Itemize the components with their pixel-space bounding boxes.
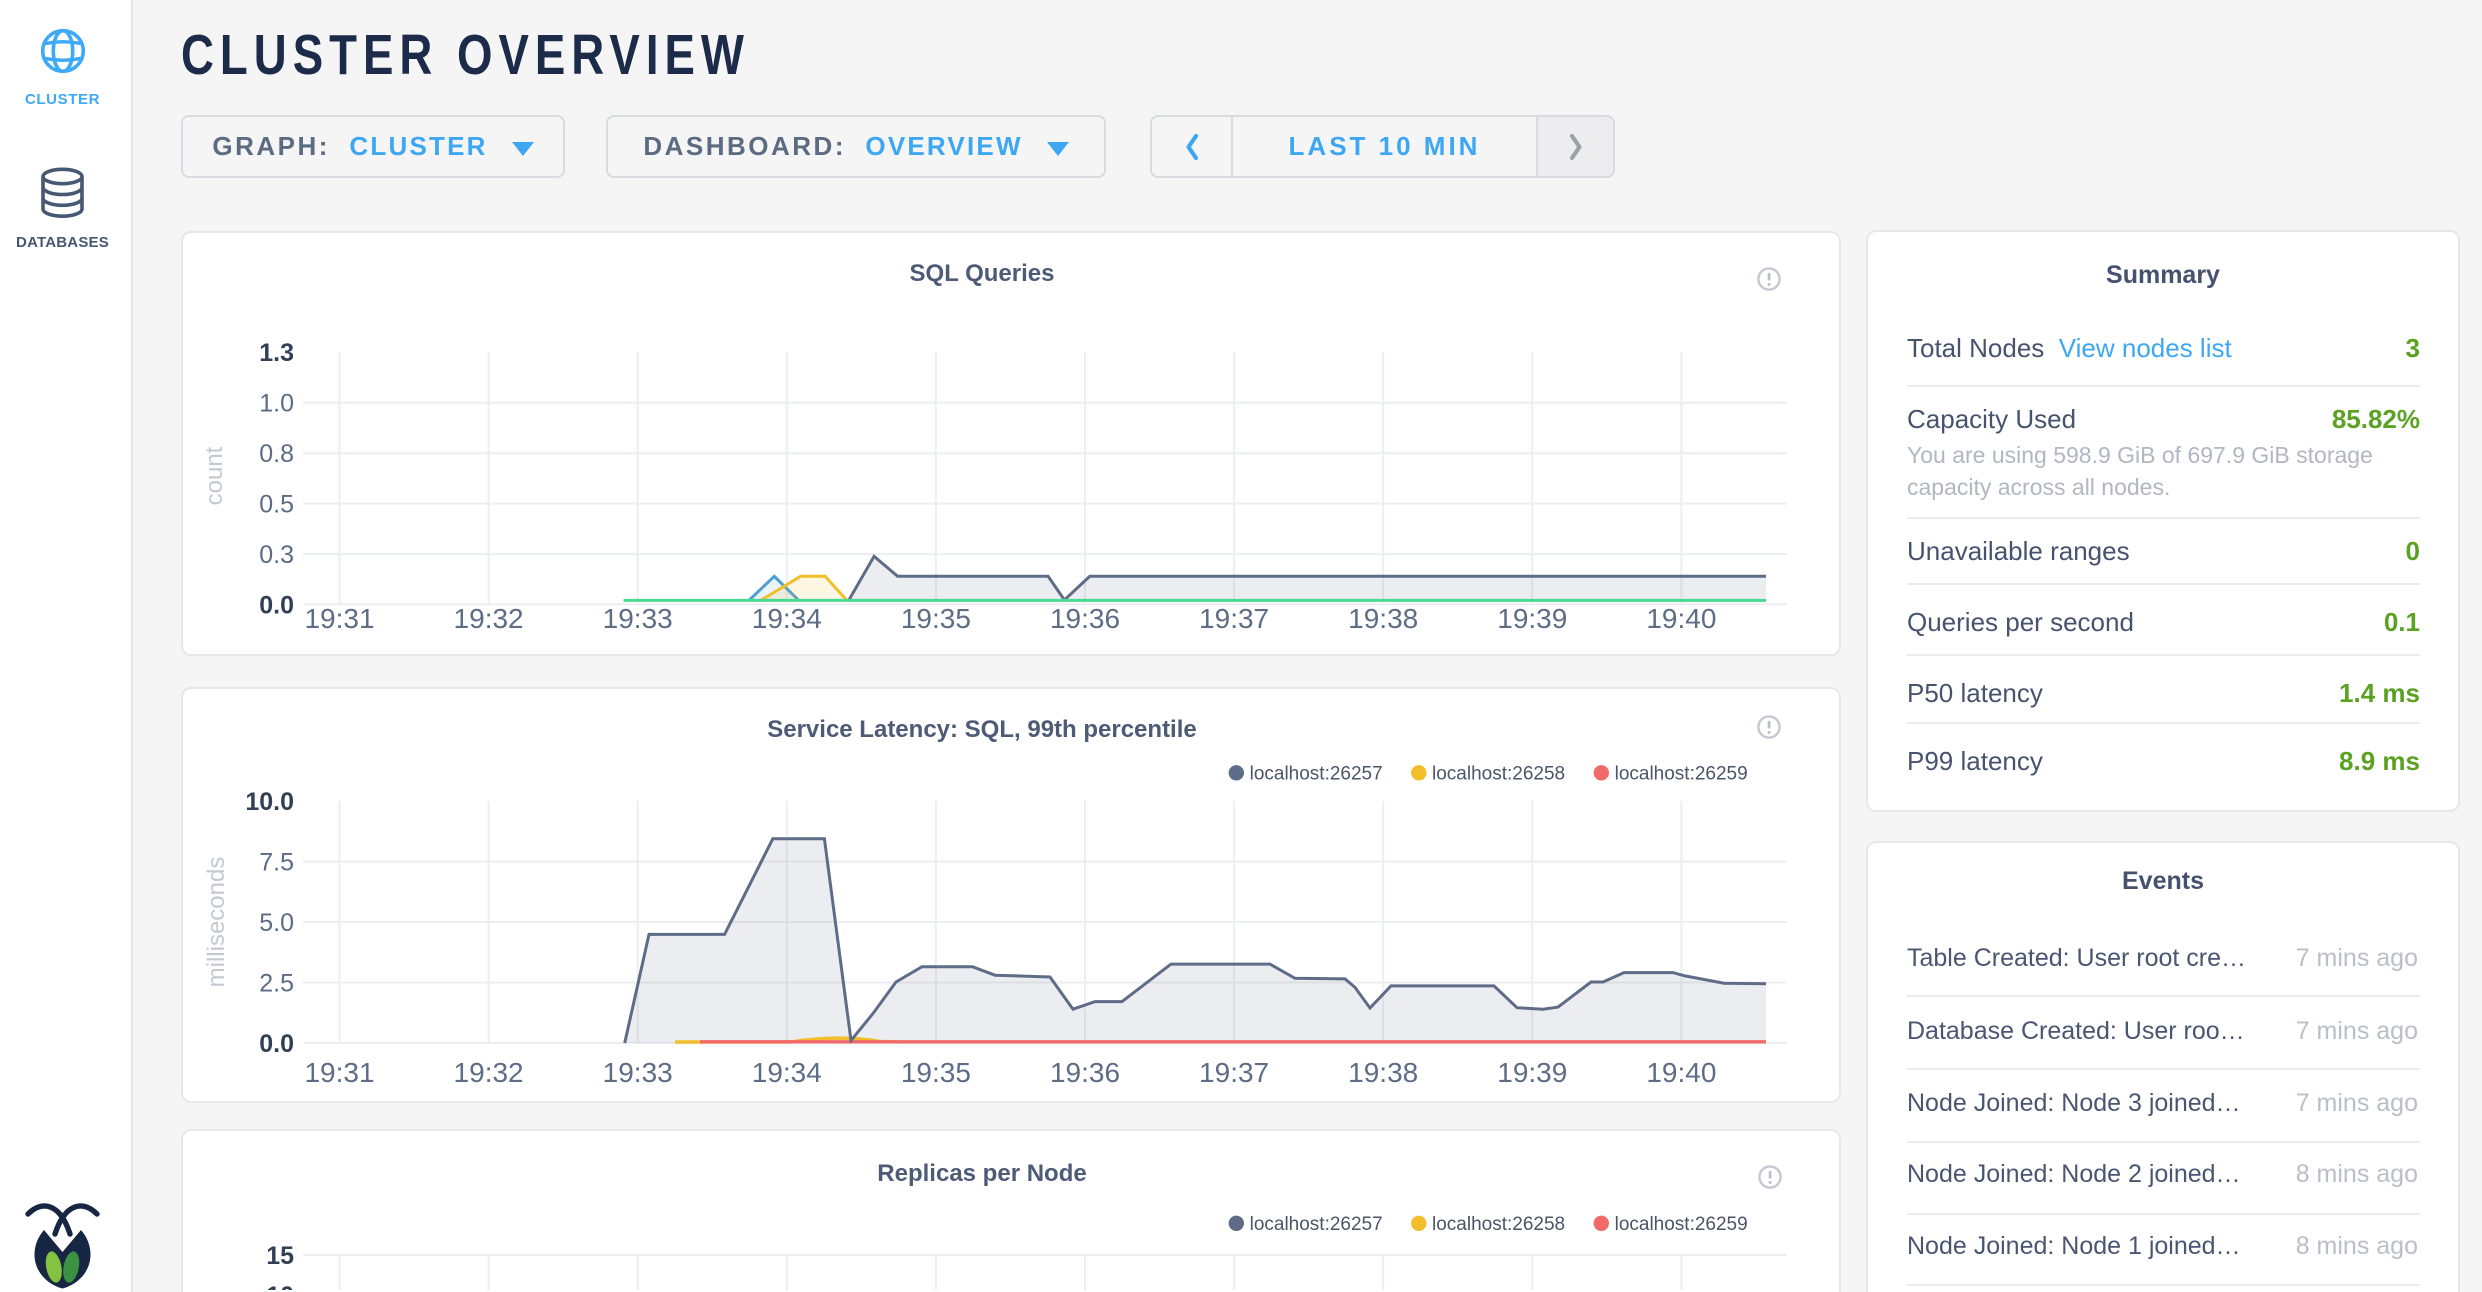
svg-text:19:40: 19:40 [1646, 603, 1716, 634]
svg-text:7.5: 7.5 [259, 849, 294, 877]
svg-text:15: 15 [266, 1242, 294, 1270]
svg-text:localhost:26257: localhost:26257 [1250, 764, 1383, 785]
svg-text:19:34: 19:34 [752, 603, 822, 634]
svg-text:19:32: 19:32 [454, 603, 524, 634]
svg-text:19:32: 19:32 [454, 1057, 524, 1088]
svg-text:0.0: 0.0 [259, 1030, 294, 1058]
svg-text:10: 10 [266, 1282, 294, 1290]
svg-text:localhost:26259: localhost:26259 [1615, 1214, 1748, 1235]
svg-text:10.0: 10.0 [245, 788, 294, 816]
svg-text:0.5: 0.5 [259, 491, 294, 519]
svg-text:2.5: 2.5 [259, 970, 294, 998]
svg-text:1.0: 1.0 [259, 390, 294, 418]
svg-text:19:35: 19:35 [901, 1057, 971, 1088]
svg-text:0.0: 0.0 [259, 591, 294, 619]
svg-text:1.3: 1.3 [259, 339, 294, 367]
svg-text:19:33: 19:33 [603, 1057, 673, 1088]
svg-text:19:39: 19:39 [1497, 1057, 1567, 1088]
svg-text:19:37: 19:37 [1199, 1057, 1269, 1088]
svg-text:19:37: 19:37 [1199, 603, 1269, 634]
svg-text:0.8: 0.8 [259, 440, 294, 468]
svg-text:count: count [201, 446, 228, 505]
svg-text:19:31: 19:31 [304, 1057, 374, 1088]
svg-text:19:35: 19:35 [901, 603, 971, 634]
svg-text:19:40: 19:40 [1646, 1057, 1716, 1088]
svg-text:localhost:26258: localhost:26258 [1432, 764, 1565, 785]
svg-text:localhost:26259: localhost:26259 [1615, 764, 1748, 785]
svg-text:localhost:26257: localhost:26257 [1250, 1214, 1383, 1235]
svg-text:19:31: 19:31 [304, 603, 374, 634]
svg-text:19:38: 19:38 [1348, 603, 1418, 634]
svg-text:19:39: 19:39 [1497, 603, 1567, 634]
svg-text:19:33: 19:33 [603, 603, 673, 634]
svg-text:milliseconds: milliseconds [203, 857, 230, 988]
svg-text:19:38: 19:38 [1348, 1057, 1418, 1088]
svg-text:19:36: 19:36 [1050, 1057, 1120, 1088]
svg-text:localhost:26258: localhost:26258 [1432, 1214, 1565, 1235]
svg-text:19:34: 19:34 [752, 1057, 822, 1088]
svg-text:19:36: 19:36 [1050, 603, 1120, 634]
svg-text:5.0: 5.0 [259, 909, 294, 937]
svg-text:0.3: 0.3 [259, 541, 294, 569]
